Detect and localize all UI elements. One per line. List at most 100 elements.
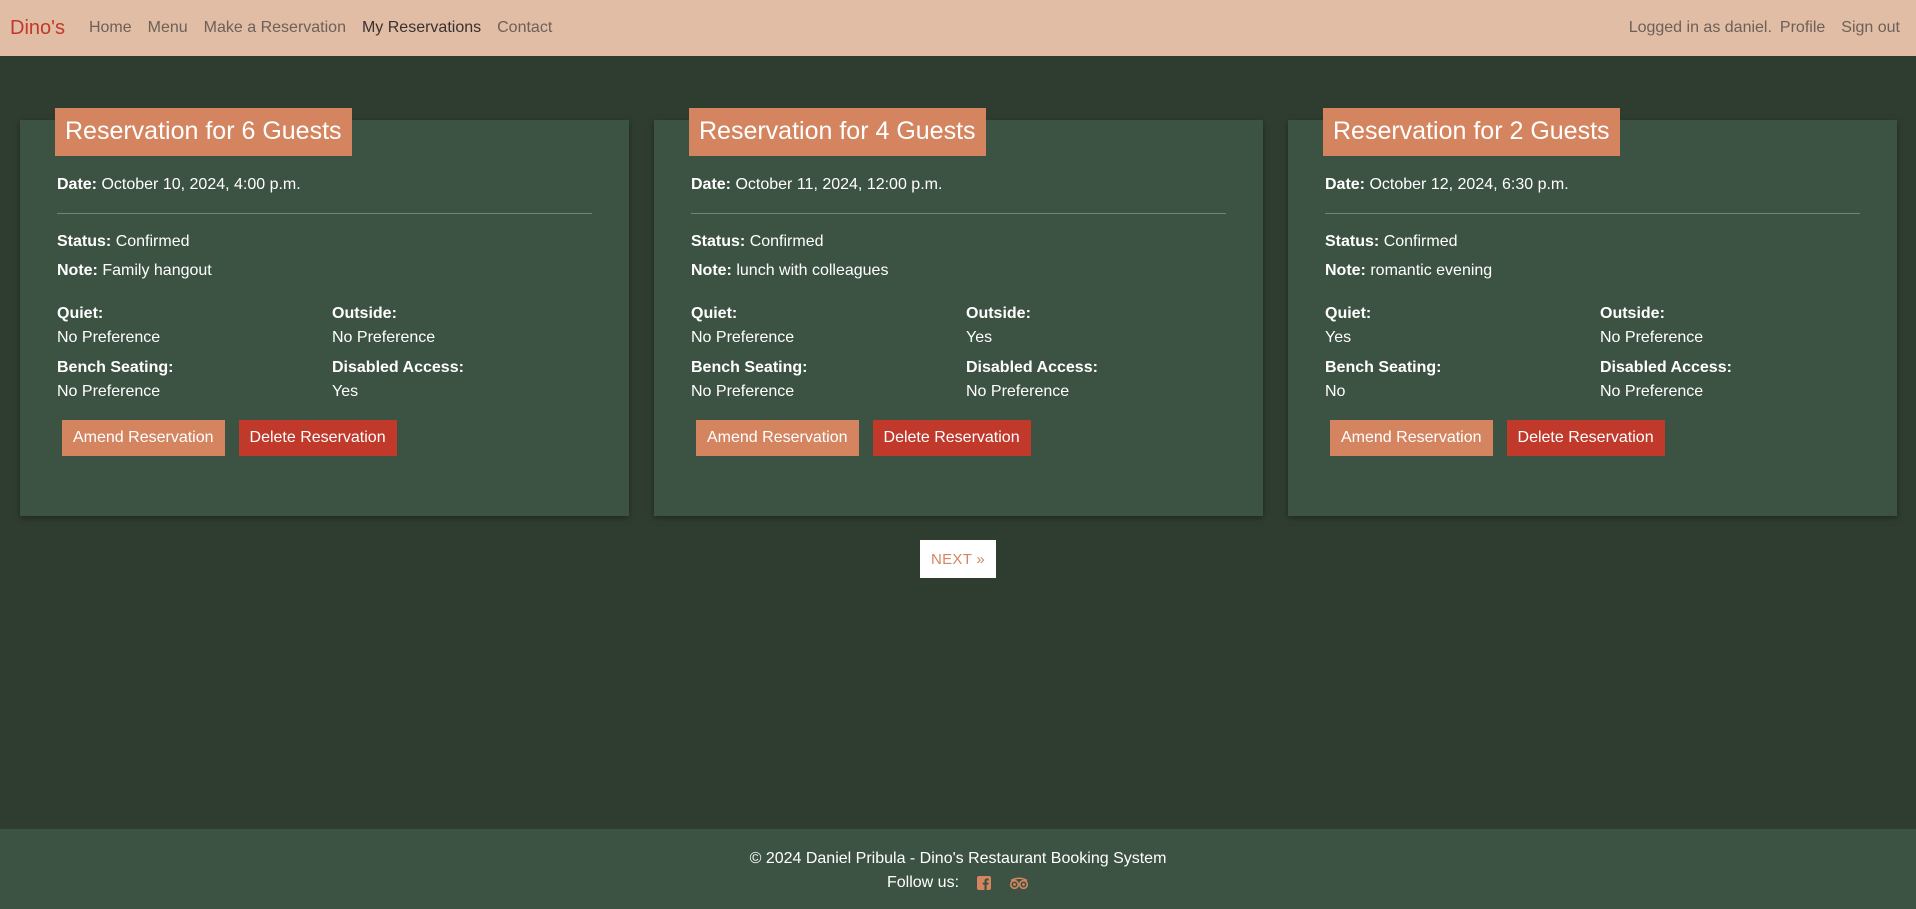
outside-label: Outside: xyxy=(1600,305,1665,322)
reservation-title: Reservation for 2 Guests xyxy=(1323,108,1620,156)
note-label: Note: xyxy=(1325,262,1366,279)
date-label: Date: xyxy=(691,176,732,193)
disabled-label: Disabled Access: xyxy=(966,359,1098,376)
bench-value: No Preference xyxy=(57,383,161,400)
pref-outside: Outside: No Preference xyxy=(1600,304,1860,348)
status-label: Status: xyxy=(691,233,746,250)
preferences: Quiet: Yes Outside: No Preference Bench … xyxy=(1325,304,1860,402)
note-value: Family hangout xyxy=(102,262,212,279)
nav-link-contact[interactable]: Contact xyxy=(497,19,552,37)
reservation-details: Date: October 12, 2024, 6:30 p.m. Status… xyxy=(1325,175,1860,456)
pref-disabled: Disabled Access: No Preference xyxy=(966,358,1226,402)
user-area: Logged in as daniel. Profile Sign out xyxy=(1629,19,1906,37)
delete-reservation-button[interactable]: Delete Reservation xyxy=(872,420,1031,456)
amend-reservation-button[interactable]: Amend Reservation xyxy=(1330,420,1493,456)
date-label: Date: xyxy=(57,176,98,193)
follow-us: Follow us: xyxy=(0,873,1916,893)
reservation-card: Reservation for 6 Guests Date: October 1… xyxy=(20,108,629,516)
pref-bench: Bench Seating: No Preference xyxy=(57,358,332,402)
status-value: Confirmed xyxy=(1383,233,1458,250)
logged-in-text: Logged in as daniel. xyxy=(1628,19,1772,36)
tripadvisor-icon[interactable] xyxy=(1009,876,1029,890)
amend-reservation-button[interactable]: Amend Reservation xyxy=(62,420,225,456)
nav-link-make-reservation[interactable]: Make a Reservation xyxy=(204,19,346,37)
card-actions: Amend Reservation Delete Reservation xyxy=(1330,420,1860,456)
outside-label: Outside: xyxy=(332,305,397,322)
note-value: lunch with colleagues xyxy=(736,262,889,279)
nav-link-profile[interactable]: Profile xyxy=(1780,19,1825,37)
nav-link-menu[interactable]: Menu xyxy=(148,19,188,37)
follow-label: Follow us: xyxy=(886,874,960,891)
quiet-label: Quiet: xyxy=(691,305,738,322)
disabled-value: No Preference xyxy=(1600,383,1704,400)
quiet-label: Quiet: xyxy=(1325,305,1372,322)
footer: © 2024 Daniel Pribula - Dino's Restauran… xyxy=(0,829,1916,909)
date-value: October 10, 2024, 4:00 p.m. xyxy=(101,176,301,193)
reservation-card: Reservation for 4 Guests Date: October 1… xyxy=(654,108,1263,516)
status-row: Status: Confirmed xyxy=(1325,232,1860,252)
pref-disabled: Disabled Access: No Preference xyxy=(1600,358,1860,402)
pref-quiet: Quiet: No Preference xyxy=(57,304,332,348)
outside-value: Yes xyxy=(966,329,993,346)
status-row: Status: Confirmed xyxy=(691,232,1226,252)
date-value: October 12, 2024, 6:30 p.m. xyxy=(1369,176,1569,193)
date-row: Date: October 11, 2024, 12:00 p.m. xyxy=(691,175,1226,195)
nav-link-home[interactable]: Home xyxy=(89,19,132,37)
divider xyxy=(691,213,1226,214)
pref-bench: Bench Seating: No Preference xyxy=(691,358,966,402)
nav-links: Home Menu Make a Reservation My Reservat… xyxy=(81,19,560,37)
status-row: Status: Confirmed xyxy=(57,232,592,252)
date-row: Date: October 12, 2024, 6:30 p.m. xyxy=(1325,175,1860,195)
bench-label: Bench Seating: xyxy=(57,359,174,376)
pref-bench: Bench Seating: No xyxy=(1325,358,1600,402)
bench-label: Bench Seating: xyxy=(691,359,808,376)
date-value: October 11, 2024, 12:00 p.m. xyxy=(735,176,943,193)
outside-label: Outside: xyxy=(966,305,1031,322)
note-row: Note: lunch with colleagues xyxy=(691,261,1226,281)
card-actions: Amend Reservation Delete Reservation xyxy=(62,420,592,456)
preferences: Quiet: No Preference Outside: No Prefere… xyxy=(57,304,592,402)
reservation-details: Date: October 11, 2024, 12:00 p.m. Statu… xyxy=(691,175,1226,456)
reservation-card: Reservation for 2 Guests Date: October 1… xyxy=(1288,108,1897,516)
disabled-label: Disabled Access: xyxy=(1600,359,1732,376)
delete-reservation-button[interactable]: Delete Reservation xyxy=(1506,420,1665,456)
date-row: Date: October 10, 2024, 4:00 p.m. xyxy=(57,175,592,195)
note-label: Note: xyxy=(691,262,732,279)
navbar: Dino's Home Menu Make a Reservation My R… xyxy=(0,0,1916,56)
preferences: Quiet: No Preference Outside: Yes Bench … xyxy=(691,304,1226,402)
quiet-value: Yes xyxy=(1325,329,1352,346)
quiet-value: No Preference xyxy=(691,329,795,346)
note-row: Note: romantic evening xyxy=(1325,261,1860,281)
amend-reservation-button[interactable]: Amend Reservation xyxy=(696,420,859,456)
note-value: romantic evening xyxy=(1370,262,1493,279)
pref-outside: Outside: No Preference xyxy=(332,304,592,348)
date-label: Date: xyxy=(1325,176,1366,193)
reservation-title: Reservation for 4 Guests xyxy=(689,108,986,156)
copyright-text: © 2024 Daniel Pribula - Dino's Restauran… xyxy=(749,850,1167,867)
bench-label: Bench Seating: xyxy=(1325,359,1442,376)
outside-value: No Preference xyxy=(1600,329,1704,346)
pref-disabled: Disabled Access: Yes xyxy=(332,358,592,402)
quiet-label: Quiet: xyxy=(57,305,104,322)
facebook-icon[interactable] xyxy=(977,876,992,890)
divider xyxy=(1325,213,1860,214)
pref-quiet: Quiet: No Preference xyxy=(691,304,966,348)
status-value: Confirmed xyxy=(115,233,190,250)
note-row: Note: Family hangout xyxy=(57,261,592,281)
nav-link-sign-out[interactable]: Sign out xyxy=(1841,19,1900,37)
status-label: Status: xyxy=(57,233,112,250)
pref-quiet: Quiet: Yes xyxy=(1325,304,1600,348)
quiet-value: No Preference xyxy=(57,329,161,346)
next-page-button[interactable]: NEXT » xyxy=(920,540,996,578)
brand-logo[interactable]: Dino's xyxy=(10,17,65,40)
bench-value: No xyxy=(1325,383,1346,400)
status-value: Confirmed xyxy=(749,233,824,250)
divider xyxy=(57,213,592,214)
card-actions: Amend Reservation Delete Reservation xyxy=(696,420,1226,456)
disabled-label: Disabled Access: xyxy=(332,359,464,376)
note-label: Note: xyxy=(57,262,98,279)
bench-value: No Preference xyxy=(691,383,795,400)
delete-reservation-button[interactable]: Delete Reservation xyxy=(238,420,397,456)
disabled-value: Yes xyxy=(332,383,359,400)
nav-link-my-reservations[interactable]: My Reservations xyxy=(362,19,481,37)
